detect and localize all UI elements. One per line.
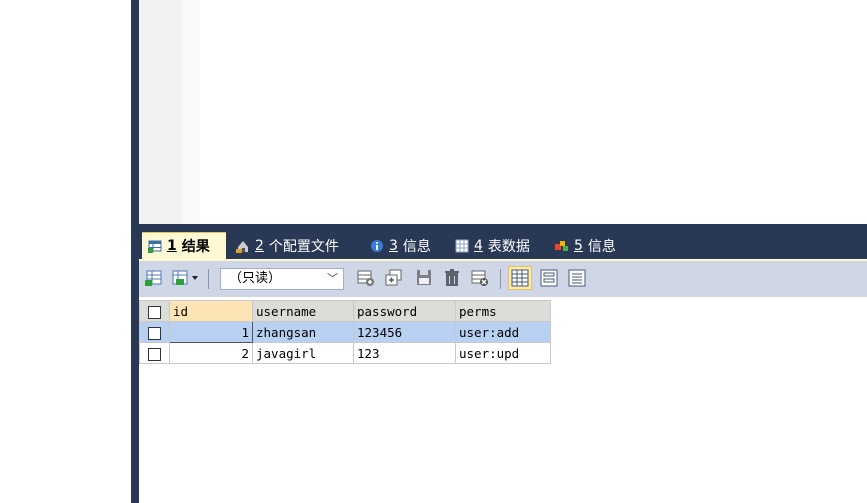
chevron-down-icon: ﹀ bbox=[327, 272, 338, 285]
column-header-password[interactable]: password bbox=[353, 300, 456, 322]
cell-perms[interactable]: user:upd bbox=[455, 342, 551, 364]
save-icon[interactable] bbox=[414, 268, 434, 288]
export-icon[interactable] bbox=[144, 268, 164, 288]
result-grid: id username password perms 1 zhangsan 12… bbox=[139, 297, 867, 503]
form-view-icon[interactable] bbox=[539, 268, 559, 288]
row-checkbox[interactable] bbox=[139, 342, 170, 364]
cancel-icon[interactable] bbox=[470, 268, 490, 288]
left-blank-area bbox=[0, 0, 131, 503]
profile-icon bbox=[236, 239, 250, 253]
blocks-icon bbox=[555, 239, 569, 253]
cell-id[interactable]: 2 bbox=[169, 342, 253, 364]
readonly-label: （只读） bbox=[229, 271, 282, 286]
info-icon bbox=[370, 239, 384, 253]
window-frame-border bbox=[131, 0, 139, 503]
result-table: id username password perms 1 zhangsan 12… bbox=[139, 300, 551, 364]
text-view-icon[interactable] bbox=[567, 268, 587, 288]
tab-results[interactable]: 1 结果 bbox=[142, 232, 226, 259]
tab-label: 信息 bbox=[587, 238, 616, 255]
cell-username[interactable]: javagirl bbox=[252, 342, 354, 364]
checkbox-box bbox=[148, 326, 161, 340]
cell-perms[interactable]: user:add bbox=[455, 321, 551, 343]
query-editor[interactable] bbox=[139, 0, 867, 224]
row-checkbox[interactable] bbox=[139, 321, 170, 343]
table-data-icon bbox=[455, 239, 469, 253]
tab-number: 2 bbox=[255, 237, 264, 254]
tab-label: 信息 bbox=[402, 238, 431, 255]
tab-table-data[interactable]: 4 表数据 bbox=[449, 232, 541, 259]
tab-profiles[interactable]: 2 个配置文件 bbox=[230, 232, 352, 259]
table-row[interactable]: 1 zhangsan 123456 user:add bbox=[139, 321, 551, 343]
tab-number: 3 bbox=[389, 237, 398, 254]
tab-info[interactable]: 3 信息 bbox=[364, 232, 442, 259]
delete-icon[interactable] bbox=[442, 268, 462, 288]
cell-username[interactable]: zhangsan bbox=[252, 321, 354, 343]
select-all-checkbox[interactable] bbox=[139, 300, 170, 322]
toolbar-separator bbox=[208, 269, 209, 289]
tab-label: 个配置文件 bbox=[268, 238, 339, 255]
result-tab-bar: 1 结果 2 个配置文件 3 信息 4 表数据 5 信息 bbox=[139, 224, 867, 259]
cell-password[interactable]: 123456 bbox=[353, 321, 456, 343]
readonly-mode-select[interactable]: （只读） ﹀ bbox=[220, 268, 344, 290]
cell-password[interactable]: 123 bbox=[353, 342, 456, 364]
result-toolbar: （只读） ﹀ bbox=[139, 259, 867, 297]
column-header-id[interactable]: id bbox=[169, 300, 253, 322]
tab-number: 4 bbox=[474, 237, 483, 254]
tab-label: 结果 bbox=[181, 239, 210, 255]
tab-number: 5 bbox=[574, 237, 583, 254]
grid-view-icon[interactable] bbox=[508, 266, 532, 290]
tab-label: 表数据 bbox=[487, 238, 530, 255]
tab-number: 1 bbox=[167, 238, 177, 254]
column-header-username[interactable]: username bbox=[252, 300, 354, 322]
toolbar-separator bbox=[500, 269, 501, 289]
fold-gutter bbox=[182, 0, 200, 224]
duplicate-row-icon[interactable] bbox=[384, 268, 404, 288]
checkbox-box bbox=[148, 305, 161, 319]
cell-id[interactable]: 1 bbox=[169, 321, 253, 343]
column-header-perms[interactable]: perms bbox=[455, 300, 551, 322]
line-number-gutter bbox=[139, 0, 182, 224]
table-result-icon bbox=[148, 239, 162, 253]
add-row-icon[interactable] bbox=[356, 268, 376, 288]
table-row[interactable]: 2 javagirl 123 user:upd bbox=[139, 342, 551, 364]
import-icon[interactable] bbox=[170, 268, 200, 288]
table-header-row: id username password perms bbox=[139, 300, 551, 322]
tab-info-2[interactable]: 5 信息 bbox=[549, 232, 631, 259]
checkbox-box bbox=[148, 347, 161, 361]
